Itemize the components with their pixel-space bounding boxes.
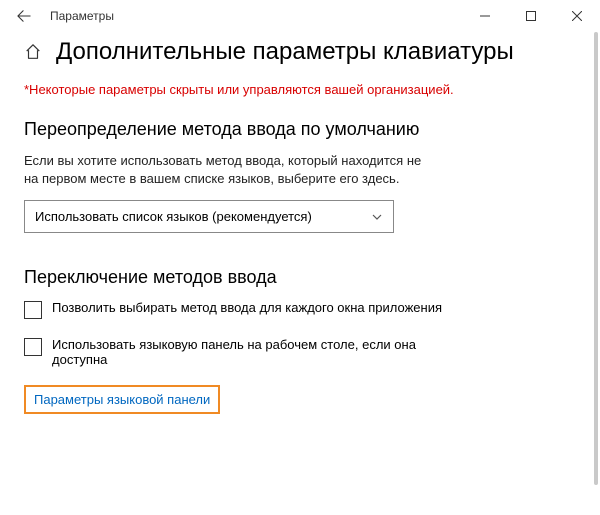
section-switching: Переключение методов ввода Позволить выб…	[24, 267, 580, 414]
arrow-left-icon	[17, 9, 31, 23]
org-warning-text: *Некоторые параметры скрыты или управляю…	[24, 82, 580, 97]
chevron-down-icon	[371, 211, 383, 223]
maximize-button[interactable]	[508, 0, 554, 32]
home-button[interactable]	[24, 43, 42, 61]
page-title: Дополнительные параметры клавиатуры	[56, 38, 514, 66]
checkbox-box-icon	[24, 338, 42, 356]
close-icon	[572, 11, 582, 21]
select-value: Использовать список языков (рекомендуетс…	[35, 209, 312, 224]
language-bar-options-link[interactable]: Параметры языковой панели	[24, 385, 220, 414]
back-button[interactable]	[8, 9, 40, 23]
checkbox-label: Позволить выбирать метод ввода для каждо…	[52, 300, 442, 315]
checkbox-label: Использовать языковую панель на рабочем …	[52, 337, 454, 367]
content-area: Дополнительные параметры клавиатуры *Нек…	[0, 32, 600, 514]
window-controls	[462, 0, 600, 32]
maximize-icon	[526, 11, 536, 21]
page-header: Дополнительные параметры клавиатуры	[24, 38, 580, 66]
checkbox-language-bar[interactable]: Использовать языковую панель на рабочем …	[24, 337, 454, 367]
section-override: Переопределение метода ввода по умолчани…	[24, 119, 580, 233]
switching-heading: Переключение методов ввода	[24, 267, 580, 288]
window-title: Параметры	[50, 9, 114, 23]
minimize-icon	[480, 11, 490, 21]
minimize-button[interactable]	[462, 0, 508, 32]
override-description: Если вы хотите использовать метод ввода,…	[24, 152, 434, 188]
checkbox-per-window[interactable]: Позволить выбирать метод ввода для каждо…	[24, 300, 454, 319]
titlebar: Параметры	[0, 0, 600, 32]
checkbox-box-icon	[24, 301, 42, 319]
override-heading: Переопределение метода ввода по умолчани…	[24, 119, 580, 140]
scrollbar[interactable]	[594, 32, 598, 485]
home-icon	[24, 43, 42, 61]
input-method-select[interactable]: Использовать список языков (рекомендуетс…	[24, 200, 394, 233]
close-button[interactable]	[554, 0, 600, 32]
